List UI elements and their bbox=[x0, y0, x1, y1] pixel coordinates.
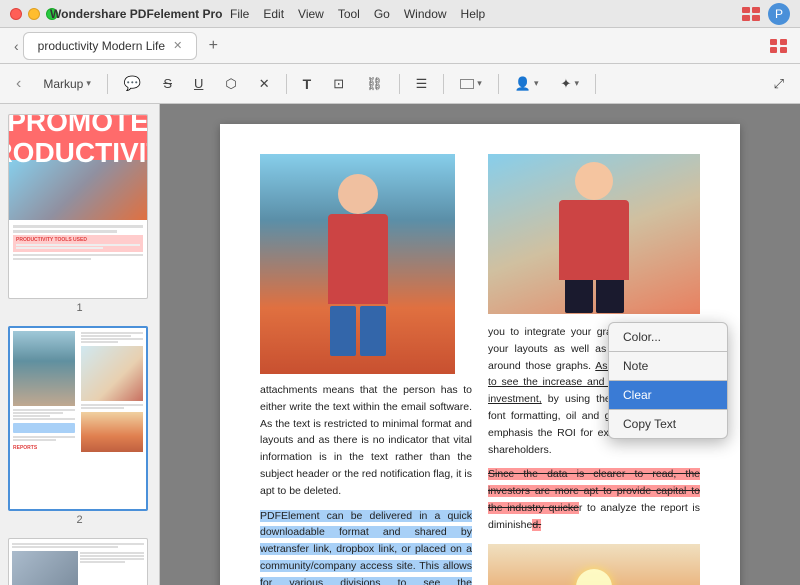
nav-back-button[interactable]: ‹ bbox=[8, 70, 29, 98]
text-box-tool-button[interactable]: ⊡ bbox=[325, 70, 352, 98]
document-tab[interactable]: productivity Modern Life ✕ bbox=[23, 32, 198, 60]
eraser-tool-button[interactable]: ⬡ bbox=[217, 70, 244, 98]
align-icon: ☰ bbox=[416, 76, 428, 92]
text-icon: T bbox=[303, 76, 312, 92]
toolbar-separator bbox=[107, 74, 108, 94]
thumb-label-2: 2 bbox=[8, 514, 151, 526]
sidebar: PROMOTEPRODUCTIVITY PRODUCTIVITY TOOLS U… bbox=[0, 104, 160, 585]
back-button[interactable]: ‹ bbox=[14, 38, 19, 54]
user-tool-button[interactable]: 👤 ▾ bbox=[507, 70, 547, 98]
left-text: attachments means that the person has to… bbox=[260, 382, 472, 585]
align-tool-button[interactable]: ☰ bbox=[408, 70, 436, 98]
right-bottom-image bbox=[488, 544, 700, 585]
clear-icon: ✕ bbox=[259, 76, 270, 92]
thumb-page-2: REPORTS bbox=[8, 326, 148, 511]
markup-label: Markup bbox=[43, 77, 83, 91]
toolbar-separator-2 bbox=[286, 74, 287, 94]
stamp-icon: ✦ bbox=[561, 76, 572, 92]
toolbar-separator-6 bbox=[595, 74, 596, 94]
left-para-highlight: PDFElement can be delivered in a quick d… bbox=[260, 508, 472, 585]
text-box-icon: ⊡ bbox=[333, 76, 344, 92]
close-button[interactable] bbox=[10, 8, 22, 20]
document-area[interactable]: attachments means that the person has to… bbox=[160, 104, 800, 585]
thumb-header-1: PROMOTEPRODUCTIVITY bbox=[9, 115, 147, 160]
user-icon: 👤 bbox=[515, 76, 531, 92]
expand-tool-button[interactable]: ⤢ bbox=[766, 70, 792, 98]
thumb-label-1: 1 bbox=[8, 302, 151, 314]
menu-help[interactable]: Help bbox=[461, 7, 486, 21]
shape-tool-button[interactable]: ▾ bbox=[452, 70, 490, 98]
chevron-down-icon-3: ▾ bbox=[534, 78, 539, 89]
right-top-image bbox=[488, 154, 700, 314]
link-tool-button[interactable]: ⛓ bbox=[358, 70, 391, 98]
text-tool-button[interactable]: T bbox=[295, 70, 320, 98]
thumb-page-3: RESEARCH OF RESOURCES AND SITES bbox=[8, 538, 148, 585]
page-thumbnail-1[interactable]: PROMOTEPRODUCTIVITY PRODUCTIVITY TOOLS U… bbox=[8, 114, 151, 314]
toolbar: ‹ Markup ▾ 💬 S U ⬡ ✕ T ⊡ ⛓ ☰ bbox=[0, 64, 800, 104]
title-bar-right: P bbox=[742, 3, 790, 25]
context-menu: Color... Note Clear Copy Text bbox=[608, 322, 728, 439]
menu-file[interactable]: File bbox=[230, 7, 249, 21]
menu-window[interactable]: Window bbox=[404, 7, 447, 21]
thumb-header-text-1: PROMOTEPRODUCTIVITY bbox=[8, 114, 148, 168]
toolbar-separator-3 bbox=[399, 74, 400, 94]
comment-tool-button[interactable]: 💬 bbox=[116, 70, 149, 98]
new-tab-button[interactable]: + bbox=[201, 34, 225, 58]
toolbar-separator-5 bbox=[498, 74, 499, 94]
title-bar: Wondershare PDFelement Pro File Edit Vie… bbox=[0, 0, 800, 28]
menu-view[interactable]: View bbox=[298, 7, 324, 21]
minimize-button[interactable] bbox=[28, 8, 40, 20]
thumb-image-1 bbox=[9, 160, 147, 220]
chevron-down-icon-2: ▾ bbox=[477, 78, 482, 89]
thumb-block-1: PRODUCTIVITY TOOLS USED bbox=[13, 235, 143, 252]
right-para-2: Since the data is clearer to read, the i… bbox=[488, 466, 700, 533]
thumb-red-text-1: PRODUCTIVITY TOOLS USED bbox=[16, 237, 140, 243]
chevron-down-icon-4: ▾ bbox=[574, 78, 579, 89]
rect-icon bbox=[460, 79, 474, 89]
right-text-strikethrough-2: d. bbox=[532, 519, 541, 531]
left-para-1: attachments means that the person has to… bbox=[260, 382, 472, 500]
context-menu-clear[interactable]: Clear bbox=[609, 381, 727, 409]
comment-icon: 💬 bbox=[124, 75, 141, 92]
menu-go[interactable]: Go bbox=[374, 7, 390, 21]
highlighted-text-blue: PDFElement can be delivered in a quick d… bbox=[260, 510, 472, 585]
stamp-tool-button[interactable]: ✦ ▾ bbox=[553, 70, 587, 98]
thumb-body-1: PRODUCTIVITY TOOLS USED bbox=[9, 220, 147, 265]
app-title: Wondershare PDFelement Pro bbox=[50, 7, 223, 21]
person-image bbox=[260, 154, 455, 374]
link-icon: ⛓ bbox=[366, 76, 383, 92]
user-avatar[interactable]: P bbox=[768, 3, 790, 25]
chevron-down-icon: ▾ bbox=[86, 78, 91, 89]
clear-tool-button[interactable]: ✕ bbox=[251, 70, 278, 98]
thumb-page-1: PROMOTEPRODUCTIVITY PRODUCTIVITY TOOLS U… bbox=[8, 114, 148, 299]
strikethrough-tool-button[interactable]: S bbox=[155, 70, 180, 98]
tabs-grid-icon[interactable] bbox=[770, 39, 788, 53]
underline-tool-button[interactable]: U bbox=[186, 70, 211, 98]
tab-label: productivity Modern Life bbox=[38, 39, 165, 53]
eraser-icon: ⬡ bbox=[225, 76, 236, 92]
tab-close-icon[interactable]: ✕ bbox=[173, 39, 182, 52]
context-menu-copy-text[interactable]: Copy Text bbox=[609, 410, 727, 438]
page-thumbnail-3[interactable]: RESEARCH OF RESOURCES AND SITES 3 bbox=[8, 538, 151, 585]
underline-icon: U bbox=[194, 76, 203, 91]
markup-dropdown-button[interactable]: Markup ▾ bbox=[35, 70, 99, 98]
menu-edit[interactable]: Edit bbox=[263, 7, 284, 21]
left-column: attachments means that the person has to… bbox=[260, 154, 472, 585]
main-area: PROMOTEPRODUCTIVITY PRODUCTIVITY TOOLS U… bbox=[0, 104, 800, 585]
context-menu-note[interactable]: Note bbox=[609, 352, 727, 380]
grid-icon[interactable] bbox=[742, 7, 760, 21]
strikethrough-icon: S bbox=[163, 76, 172, 91]
page-thumbnail-2[interactable]: REPORTS 2 bbox=[8, 326, 151, 526]
toolbar-separator-4 bbox=[443, 74, 444, 94]
expand-icon: ⤢ bbox=[774, 76, 784, 92]
context-menu-color[interactable]: Color... bbox=[609, 323, 727, 351]
tab-bar: ‹ productivity Modern Life ✕ + bbox=[0, 28, 800, 64]
menu-tool[interactable]: Tool bbox=[338, 7, 360, 21]
document-page: attachments means that the person has to… bbox=[220, 124, 740, 585]
menu-bar: File Edit View Tool Go Window Help bbox=[230, 7, 485, 21]
